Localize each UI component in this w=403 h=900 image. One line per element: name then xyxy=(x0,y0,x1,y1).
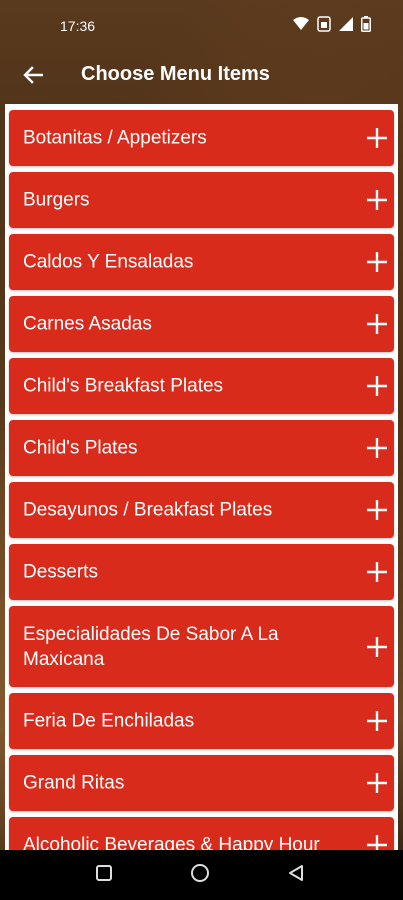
menu-item-label: Alcoholic Beverages & Happy Hour xyxy=(23,834,320,851)
menu-item-label: Feria De Enchiladas xyxy=(23,710,195,732)
wifi-icon xyxy=(293,17,309,31)
plus-icon[interactable] xyxy=(366,561,388,583)
plus-icon[interactable] xyxy=(366,313,388,335)
menu-item-enchiladas[interactable]: Feria De Enchiladas xyxy=(9,693,394,749)
menu-item-grand-ritas[interactable]: Grand Ritas xyxy=(9,755,394,811)
plus-icon[interactable] xyxy=(366,375,388,397)
system-nav-bar xyxy=(0,850,403,900)
signal-icon xyxy=(339,17,353,31)
menu-item-label: Child's Breakfast Plates xyxy=(23,375,224,397)
plus-icon[interactable] xyxy=(366,636,388,658)
menu-item-label: Desayunos / Breakfast Plates xyxy=(23,499,273,521)
menu-item-desayunos[interactable]: Desayunos / Breakfast Plates xyxy=(9,482,394,538)
sim-icon xyxy=(317,16,331,32)
home-circle-icon xyxy=(190,863,210,888)
menu-item-carnes-asadas[interactable]: Carnes Asadas xyxy=(9,296,394,352)
menu-item-alcoholic-beverages[interactable]: Alcoholic Beverages & Happy Hour xyxy=(9,817,394,850)
menu-item-label: Desserts xyxy=(23,561,98,583)
plus-icon[interactable] xyxy=(366,251,388,273)
plus-icon[interactable] xyxy=(366,189,388,211)
menu-item-label: Botanitas / Appetizers xyxy=(23,127,207,149)
recents-square-icon xyxy=(95,864,113,887)
menu-item-label: Caldos Y Ensaladas xyxy=(23,251,194,273)
menu-item-especialidades[interactable]: Especialidades De Sabor A La Maxicana xyxy=(9,606,394,687)
status-time: 17:36 xyxy=(60,18,96,34)
menu-item-childs-plates[interactable]: Child's Plates xyxy=(9,420,394,476)
back-button[interactable] xyxy=(18,62,48,92)
home-button[interactable] xyxy=(189,863,211,888)
menu-item-label: Especialidades De Sabor A La Maxicana xyxy=(23,623,279,670)
recents-button[interactable] xyxy=(93,864,115,886)
plus-icon[interactable] xyxy=(366,710,388,732)
nav-back-button[interactable] xyxy=(285,864,307,886)
plus-icon[interactable] xyxy=(366,772,388,794)
plus-icon[interactable] xyxy=(366,437,388,459)
menu-item-label: Child's Plates xyxy=(23,437,138,459)
plus-icon[interactable] xyxy=(366,499,388,521)
menu-item-label: Burgers xyxy=(23,189,90,211)
menu-category-list[interactable]: Botanitas / Appetizers Burgers Caldos Y … xyxy=(5,104,398,850)
battery-icon xyxy=(361,16,371,32)
page-title: Choose Menu Items xyxy=(81,63,270,85)
menu-item-label: Grand Ritas xyxy=(23,772,125,794)
menu-item-childs-breakfast[interactable]: Child's Breakfast Plates xyxy=(9,358,394,414)
menu-item-botanitas[interactable]: Botanitas / Appetizers xyxy=(9,110,394,166)
plus-icon[interactable] xyxy=(366,834,388,850)
menu-item-caldos[interactable]: Caldos Y Ensaladas xyxy=(9,234,394,290)
arrow-left-icon xyxy=(23,65,44,89)
app-bar: Choose Menu Items xyxy=(0,52,403,104)
plus-icon[interactable] xyxy=(366,127,388,149)
back-triangle-icon xyxy=(287,864,305,887)
status-icons xyxy=(293,16,371,32)
menu-item-desserts[interactable]: Desserts xyxy=(9,544,394,600)
status-bar: 17:36 xyxy=(0,0,403,52)
menu-item-label: Carnes Asadas xyxy=(23,313,152,335)
menu-item-burgers[interactable]: Burgers xyxy=(9,172,394,228)
